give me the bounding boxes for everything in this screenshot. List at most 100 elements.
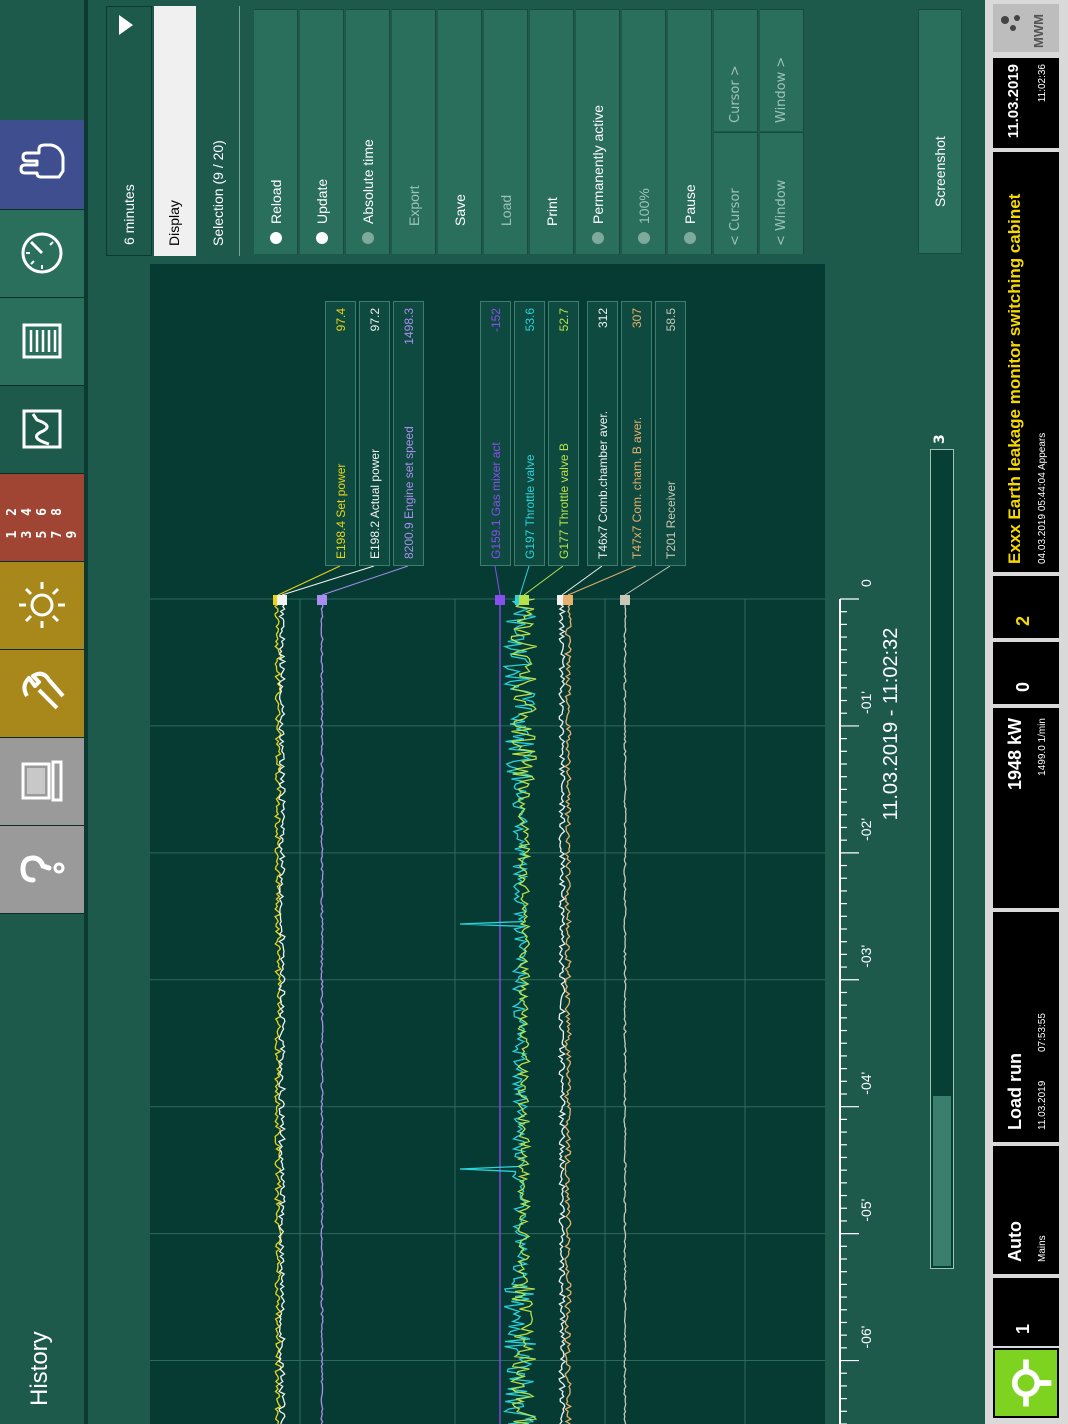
label-connector <box>624 565 671 596</box>
series-label[interactable]: G197 Throttle valve 53.6 <box>514 301 545 566</box>
trace-cursor-marker <box>519 595 529 605</box>
series-label[interactable]: G177 Throttle valve B 52.7 <box>548 301 579 566</box>
selection-field[interactable]: Selection (9 / 20) <box>198 6 240 256</box>
zoom-100-button[interactable]: 100% <box>622 9 666 254</box>
series-name: E198.2 Actual power <box>367 448 382 559</box>
cursor-prev-button[interactable]: < Cursor <box>714 132 758 254</box>
series-value: 52.7 <box>556 308 571 332</box>
radio-dot-icon <box>269 232 282 244</box>
display-field[interactable]: Display <box>154 6 196 256</box>
update-button[interactable]: Update <box>300 9 344 254</box>
duration-value: 6 minutes <box>121 184 137 245</box>
label-connector <box>519 565 530 596</box>
screenshot-button[interactable]: Screenshot <box>918 9 962 254</box>
clock-date: 11.03.2019 <box>1005 64 1022 139</box>
dropdown-arrow-icon <box>119 15 133 35</box>
series-value: 97.2 <box>367 308 382 332</box>
label-connector <box>281 565 375 596</box>
zoom-label: 100% <box>635 188 652 224</box>
time-scrollbar[interactable] <box>930 449 954 1269</box>
window-prev-button[interactable]: < Window <box>760 132 804 254</box>
series-label[interactable]: E198.4 Set power 97.4 <box>325 301 356 566</box>
series-value: 312 <box>595 308 610 329</box>
pause-label: Pause <box>681 184 698 224</box>
tab-history[interactable] <box>0 386 84 474</box>
engine-running-icon <box>1011 1359 1052 1407</box>
series-label[interactable]: E198.2 Actual power 97.2 <box>359 301 390 566</box>
series-label[interactable]: G159.1 Gas mixer act -152 <box>480 301 511 566</box>
duration-select[interactable]: 6 minutes <box>106 6 152 256</box>
tab-sun[interactable] <box>0 562 84 650</box>
operating-mode: Auto Mains <box>993 1146 1059 1274</box>
x-tick-label: -04' <box>858 1072 874 1095</box>
counter-a: 0 <box>993 642 1059 704</box>
history-plot[interactable]: E198.4 Set power 97.4 E198.2 Actual power 9… <box>150 264 825 1424</box>
state-value: Load run <box>1005 1053 1025 1130</box>
trace-cursor-marker <box>277 595 287 605</box>
label-connector <box>321 565 409 596</box>
numbers-icon: 1 2 3 4 5 6 7 8 9 <box>4 503 80 539</box>
x-tick-label: -02' <box>858 818 874 841</box>
logo-text: MWM <box>1031 14 1046 48</box>
tab-help[interactable] <box>0 826 84 914</box>
series-label[interactable]: 8200.9 Engine set speed 1498.3 <box>393 301 424 566</box>
tab-terminal[interactable] <box>0 738 84 826</box>
series-name: T201 Receiver <box>663 480 678 559</box>
reload-button[interactable]: Reload <box>254 9 298 254</box>
tab-gauge[interactable] <box>0 210 84 298</box>
series-name: G177 Throttle valve B <box>556 443 571 559</box>
permanently-active-button[interactable]: Permanently active <box>576 9 620 254</box>
trace-line <box>320 598 324 1424</box>
logo-dots-icon <box>1001 15 1020 31</box>
tab-hand[interactable] <box>0 120 84 210</box>
state-date: 11.03.2019 <box>1037 1080 1048 1130</box>
clock: 11.03.2019 11:02:36 <box>993 58 1059 148</box>
mode-value: Auto <box>1005 1221 1025 1262</box>
reload-label: Reload <box>267 179 284 224</box>
load-button[interactable]: Load <box>484 9 528 254</box>
radio-dot-icon <box>591 232 604 244</box>
series-name: G197 Throttle valve <box>522 454 537 559</box>
window-next-button[interactable]: Window > <box>760 9 804 131</box>
plot-traces <box>273 565 671 1424</box>
label-connector <box>277 565 341 596</box>
run-indicator[interactable] <box>993 1348 1059 1418</box>
series-label[interactable]: T47x7 Com. cham. B aver. 307 <box>621 301 652 566</box>
selection-label: Selection (9 / 20) <box>210 140 226 246</box>
power-value: 1948 kW <box>1005 718 1025 791</box>
x-tick-label: -06' <box>858 1326 874 1349</box>
mwm-logo: MWM <box>993 4 1059 52</box>
tab-numbers[interactable]: 1 2 3 4 5 6 7 8 9 <box>0 474 84 562</box>
radio-dot-icon <box>637 232 650 244</box>
load-label: Load <box>497 194 514 226</box>
trace-cursor-marker <box>620 595 630 605</box>
absolute-time-label: Absolute time <box>359 139 376 224</box>
state-time: 07:53:55 <box>1037 1013 1048 1052</box>
status-bar: 1 Auto Mains Load run 11.03.2019 07:53:5… <box>985 0 1068 1424</box>
list-icon <box>22 324 62 359</box>
scrollbar-thumb[interactable] <box>933 1096 951 1266</box>
tab-list[interactable] <box>0 298 84 386</box>
absolute-time-button[interactable]: Absolute time <box>346 9 390 254</box>
export-button[interactable]: Export <box>392 9 436 254</box>
series-label[interactable]: T201 Receiver 58.5 <box>655 301 686 566</box>
cursor-next-button[interactable]: Cursor > <box>714 9 758 131</box>
plot-grid <box>150 598 825 1424</box>
time-range: 11.03.2019 - 11:02:32 <box>880 627 902 821</box>
sun-icon <box>19 582 65 629</box>
series-name: T47x7 Com. cham. B aver. <box>629 416 644 559</box>
print-button[interactable]: Print <box>530 9 574 254</box>
window-prev-label: < Window <box>774 179 789 246</box>
save-button[interactable]: Save <box>438 9 482 254</box>
cursor-next-label: Cursor > <box>728 65 743 123</box>
tab-tools[interactable] <box>0 650 84 738</box>
series-label[interactable]: T46x7 Comb.chamber aver. 312 <box>587 301 618 566</box>
pause-button[interactable]: Pause <box>668 9 712 254</box>
export-label: Export <box>405 185 422 226</box>
label-connector <box>523 565 564 596</box>
counter-b: 2 <box>993 576 1059 638</box>
alarm-message[interactable]: Exxx Earth leakage monitor switching cab… <box>993 152 1059 572</box>
trace-line <box>273 598 283 1424</box>
radio-dot-icon <box>361 232 374 244</box>
screen: History 1 2 3 4 5 6 7 8 9 E198.4 Set pow… <box>0 0 1068 1424</box>
